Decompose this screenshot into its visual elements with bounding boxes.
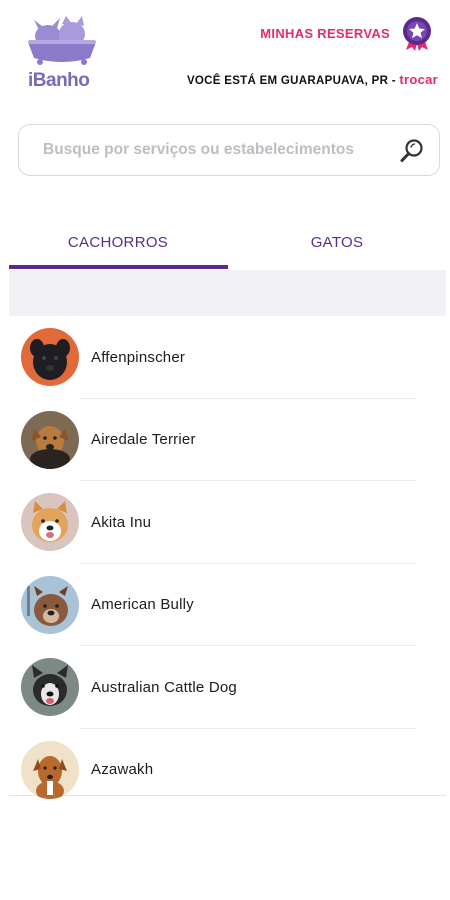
list-item[interactable]: Akita Inu xyxy=(9,481,446,564)
location-bar: VOCÊ ESTÁ EM GUARAPUAVA, PR - trocar xyxy=(187,72,438,87)
breed-avatar xyxy=(21,658,79,717)
breed-avatar xyxy=(21,493,79,552)
active-tab-indicator xyxy=(9,265,228,269)
search-input[interactable] xyxy=(33,125,403,175)
dog-photo-icon xyxy=(21,328,79,387)
search-icon[interactable] xyxy=(399,138,425,164)
list-item[interactable]: American Bully xyxy=(9,564,446,647)
breed-name: American Bully xyxy=(91,596,194,614)
breed-name: Affenpinscher xyxy=(91,348,186,366)
tab-gatos[interactable]: GATOS xyxy=(228,218,446,266)
breed-name: Airedale Terrier xyxy=(91,431,196,449)
breed-avatar xyxy=(21,740,79,799)
list-item[interactable]: Azawakh xyxy=(9,729,446,812)
app-header: iBanho MINHAS RESERVAS VOCÊ ESTÁ EM GUAR… xyxy=(0,0,450,110)
cat-dog-logo-icon xyxy=(28,16,96,65)
trocar-link[interactable]: trocar xyxy=(399,72,438,87)
breed-avatar xyxy=(21,575,79,634)
breed-name: Akita Inu xyxy=(91,513,152,531)
ibanho-logo[interactable]: iBanho xyxy=(26,12,98,92)
medal-ribbon-icon xyxy=(403,17,431,51)
list-item[interactable]: Affenpinscher xyxy=(9,316,446,399)
breed-name: Azawakh xyxy=(91,761,154,779)
logo-text: iBanho xyxy=(28,70,90,91)
dog-photo-icon xyxy=(21,658,79,717)
tab-cachorros[interactable]: CACHORROS xyxy=(9,218,227,266)
breed-list: Affenpinscher Airedale Terrier Akita Inu… xyxy=(9,316,446,799)
minhas-reservas-link[interactable]: MINHAS RESERVAS xyxy=(260,14,434,52)
category-tabs: CACHORROS GATOS xyxy=(9,218,446,270)
dog-photo-icon xyxy=(21,493,79,552)
location-text: VOCÊ ESTÁ EM GUARAPUAVA, PR - xyxy=(186,75,400,87)
reservas-label: MINHAS RESERVAS xyxy=(260,25,390,41)
dog-photo-icon xyxy=(21,410,79,469)
breed-avatar xyxy=(21,328,79,387)
list-item[interactable]: Australian Cattle Dog xyxy=(9,646,446,729)
list-header-band xyxy=(9,270,446,316)
breed-avatar xyxy=(21,410,79,469)
dog-photo-icon xyxy=(21,575,79,634)
breed-name: Australian Cattle Dog xyxy=(91,678,237,696)
search-box[interactable] xyxy=(18,124,440,176)
list-item[interactable]: Airedale Terrier xyxy=(9,399,446,482)
dog-photo-icon xyxy=(21,740,79,799)
